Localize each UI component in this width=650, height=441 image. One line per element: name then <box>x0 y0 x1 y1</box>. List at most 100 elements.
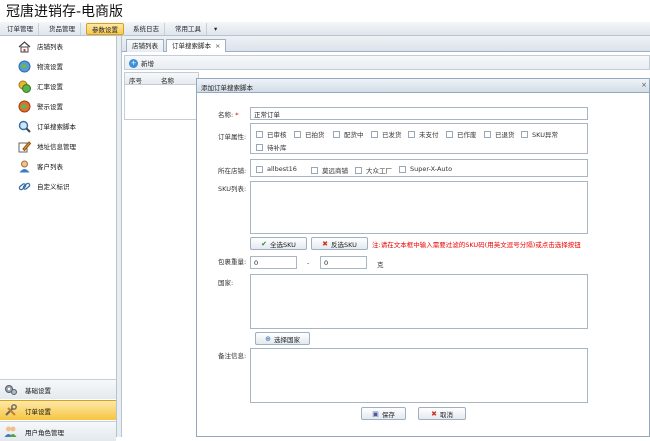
sidebar-item-address-management[interactable]: 地址信息管理 <box>18 138 76 154</box>
tab-bar: 店铺列表 订单搜索脚本 × <box>122 36 650 52</box>
tools-icon <box>4 404 17 417</box>
app-title: 冠唐进销存-电商版 <box>6 4 124 20</box>
tab-label: 店铺列表 <box>132 42 158 50</box>
weight-max-input[interactable] <box>320 256 367 269</box>
warning-globe-icon <box>18 100 31 113</box>
add-button[interactable]: + 新增 <box>129 57 154 69</box>
menu-more-dropdown[interactable]: ▾ <box>209 23 222 35</box>
store-checkbox-moyuan[interactable]: 莫远商铺 <box>311 165 348 175</box>
attr-checkbox-picked[interactable]: 已拍货 <box>294 129 325 139</box>
grid-toolbar: + 新增 <box>124 55 650 70</box>
attr-checkbox-returned[interactable]: 已退货 <box>484 129 515 139</box>
column-header-name[interactable]: 名称 <box>161 75 174 85</box>
sidebar-item-logistics-settings[interactable]: 物流设置 <box>18 58 63 74</box>
cancel-icon: ✖ <box>431 409 437 418</box>
menu-order-management[interactable]: 订单管理 <box>2 23 39 35</box>
attr-checkbox-allocating[interactable]: 配货中 <box>333 129 364 139</box>
dialog-title: 添加订单搜索脚本 <box>201 84 253 92</box>
name-label: 名称: * <box>218 111 239 119</box>
dialog-close-icon[interactable]: × <box>641 81 647 89</box>
attr-checkbox-shipped[interactable]: 已发货 <box>371 129 402 139</box>
tab-label: 订单搜索脚本 <box>172 42 211 50</box>
user-icon <box>18 160 31 173</box>
tab-order-search-script[interactable]: 订单搜索脚本 × <box>166 39 227 52</box>
save-icon: ▣ <box>372 409 379 418</box>
required-mark: * <box>235 111 239 119</box>
app-titlebar: 冠唐进销存-电商版 <box>0 0 650 20</box>
attr-checkbox-voided[interactable]: 已作废 <box>446 129 477 139</box>
save-button[interactable]: ▣ 保存 <box>361 407 406 420</box>
add-script-dialog: 添加订单搜索脚本 × 名称: * 订单属性: 已审核 已拍货 配货中 已发货 未… <box>196 78 650 437</box>
gears-icon <box>4 383 17 396</box>
sidebar-item-label: 自定义标识 <box>37 183 70 191</box>
tab-store-list[interactable]: 店铺列表 <box>126 39 164 52</box>
weight-unit: 克 <box>377 261 384 269</box>
store-checkbox-allbest16[interactable]: allbest16 <box>256 165 297 173</box>
store-checkbox-super-x-auto[interactable]: Super-X-Auto <box>399 165 452 173</box>
home-icon <box>18 40 31 53</box>
sidebar-item-customer-list[interactable]: 客户列表 <box>18 158 63 174</box>
sku-hint-text: 注:请在文本框中输入需要过滤的SKU码(用英文逗号分隔)或点击选择按钮 <box>372 241 581 249</box>
sidebar-item-label: 警示设置 <box>37 103 63 111</box>
attr-checkbox-unpaid[interactable]: 未支付 <box>408 129 439 139</box>
sidebar-item-alert-settings[interactable]: 警示设置 <box>18 98 63 114</box>
select-all-sku-button[interactable]: ✔ 全选SKU <box>250 237 307 250</box>
store-checkbox-dazhong[interactable]: 大众工厂 <box>355 165 392 175</box>
attr-checkbox-group: 已审核 已拍货 配货中 已发货 未支付 已作废 已退货 SKU异常 待补库 <box>250 123 588 154</box>
check-icon: ✔ <box>261 239 267 248</box>
menu-common-tools[interactable]: 常用工具 <box>170 23 207 35</box>
edit-icon <box>18 140 31 153</box>
accordion-order-settings[interactable]: 订单设置 <box>0 400 116 420</box>
country-textarea[interactable] <box>250 274 588 329</box>
menu-system-log[interactable]: 系统日志 <box>128 23 165 35</box>
remark-label: 备注信息: <box>218 352 247 360</box>
link-icon <box>18 180 31 193</box>
remark-textarea[interactable] <box>250 348 588 403</box>
menu-parameter-settings[interactable]: 参数设置 <box>86 23 124 35</box>
users-icon <box>4 425 17 438</box>
menu-goods-management[interactable]: 货品管理 <box>44 23 81 35</box>
close-icon[interactable]: × <box>215 42 220 50</box>
store-checkbox-group: allbest16 莫远商铺 大众工厂 Super-X-Auto <box>250 159 588 177</box>
sidebar: 店铺列表 物流设置 汇率设置 警示设置 订单搜索脚本 地址信息管理 客户列表 自… <box>0 36 117 441</box>
name-input[interactable] <box>250 107 588 120</box>
sidebar-item-label: 订单搜索脚本 <box>37 123 76 131</box>
sku-label: SKU列表: <box>218 185 247 193</box>
column-header-index[interactable]: 序号 <box>129 75 142 85</box>
sidebar-item-order-search-script[interactable]: 订单搜索脚本 <box>18 118 76 134</box>
country-label: 国家: <box>218 279 234 287</box>
cancel-button[interactable]: ✖ 取消 <box>418 407 466 420</box>
attr-checkbox-sku-error[interactable]: SKU异常 <box>521 129 558 139</box>
attr-checkbox-audited[interactable]: 已审核 <box>256 129 287 139</box>
add-button-label: 新增 <box>141 60 154 68</box>
main-menubar: 订单管理 货品管理 参数设置 系统日志 常用工具 ▾ <box>0 22 650 36</box>
sidebar-item-exchange-rate[interactable]: 汇率设置 <box>18 78 63 94</box>
accordion-label: 用户角色管理 <box>25 428 64 437</box>
accordion-label: 基础设置 <box>25 386 51 395</box>
dialog-header: 添加订单搜索脚本 × <box>197 79 649 93</box>
accordion-label: 订单设置 <box>25 407 51 416</box>
grid-header: 序号 名称 <box>124 72 199 85</box>
sidebar-item-label: 物流设置 <box>37 63 63 71</box>
sidebar-item-label: 汇率设置 <box>37 83 63 91</box>
sidebar-item-store-list[interactable]: 店铺列表 <box>18 38 63 54</box>
add-icon: + <box>129 58 138 68</box>
accordion-user-role-management[interactable]: 用户角色管理 <box>0 421 116 441</box>
attr-checkbox-restock[interactable]: 待补库 <box>256 142 287 152</box>
sku-textarea[interactable] <box>250 181 588 234</box>
sidebar-item-label: 地址信息管理 <box>37 143 76 151</box>
globe-icon <box>18 60 31 73</box>
sidebar-item-label: 客户列表 <box>37 163 63 171</box>
weight-min-input[interactable] <box>250 256 297 269</box>
select-country-button[interactable]: ⊕ 选择国家 <box>255 332 310 345</box>
invert-sku-button[interactable]: ✖ 反选SKU <box>311 237 368 250</box>
grid-body <box>124 85 199 120</box>
sidebar-item-custom-tags[interactable]: 自定义标识 <box>18 178 70 194</box>
coins-icon <box>18 80 31 93</box>
attr-label: 订单属性: <box>218 133 247 141</box>
store-label: 所在店铺: <box>218 167 247 175</box>
accordion-basic-settings[interactable]: 基础设置 <box>0 379 116 399</box>
sidebar-splitter[interactable] <box>117 36 122 437</box>
weight-label: 包裹重量: <box>218 258 247 266</box>
country-search-icon: ⊕ <box>265 334 271 343</box>
